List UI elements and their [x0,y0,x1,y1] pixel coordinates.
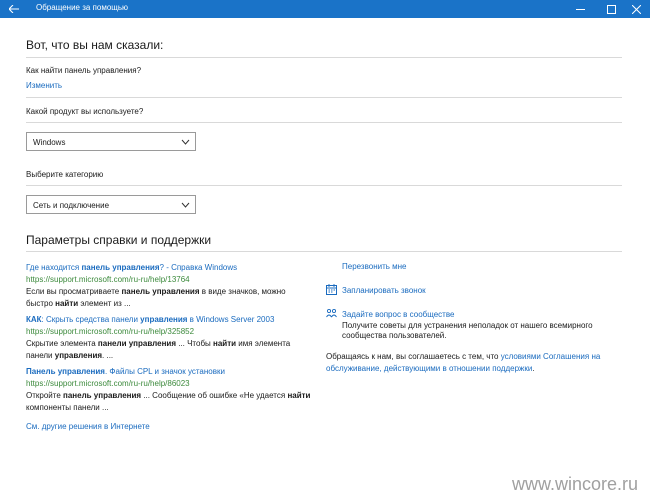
snippet-part: панель управления [63,391,142,400]
divider [26,185,622,186]
maximize-icon [606,4,616,14]
question-text: Как найти панель управления? [26,66,142,75]
snippet-part: панель управления [121,287,200,296]
service-agreement-link[interactable]: условиями Соглашения на [501,352,601,361]
snippet-part: Скрытие элемента [26,339,98,348]
snippet-part: найти [287,391,311,400]
snippet-part: . ... [102,351,114,360]
schedule-call-link[interactable]: Запланировать звонок [342,286,426,295]
snippet-part: ... Сообщение об ошибке «Не удается [141,391,288,400]
product-label: Какой продукт вы используете? [26,107,144,116]
result-snippet: Откройте панель управления ... Сообщение… [26,390,311,414]
community-description: Получите советы для устранения неполадок… [342,321,593,330]
result-title-part: Панель управления [26,367,105,376]
result-title-part: КАК [26,315,42,324]
result-url: https://support.microsoft.com/ru-ru/help… [26,327,195,336]
ask-community-link[interactable]: Задайте вопрос в сообществе [342,310,454,319]
category-select-value: Сеть и подключение [33,201,110,210]
service-agreement-link[interactable]: обслуживание, действующими в отношении п… [326,364,532,373]
watermark: www.wincore.ru [512,474,639,494]
change-link[interactable]: Изменить [26,81,62,90]
result-snippet: Если вы просматриваете панель управления… [26,286,311,310]
category-select[interactable]: Сеть и подключение [26,195,196,214]
result-title-part: Где находится [26,263,82,272]
callback-link[interactable]: Перезвонить мне [342,262,407,271]
back-button[interactable] [6,1,22,17]
back-arrow-icon [9,5,19,13]
divider [26,251,622,252]
result-title-part: панель управления [81,263,160,272]
snippet-part: управления [54,351,103,360]
category-label: Выберите категорию [26,170,104,179]
chevron-down-icon [181,139,190,145]
snippet-part: Если вы просматриваете [26,287,122,296]
search-result: Где находится панель управления? - Справ… [26,262,311,310]
community-description: сообщества пользователей. [342,331,447,340]
search-result: Панель управления. Файлы CPL и значок ус… [26,366,311,414]
result-url: https://support.microsoft.com/ru-ru/help… [26,275,190,284]
snippet-part: найти [55,299,79,308]
result-snippet: Скрытие элемента панели управления ... Ч… [26,338,311,362]
people-icon [326,308,337,318]
title-bar: Обращение за помощью [0,0,650,18]
more-solutions-link[interactable]: См. другие решения в Интернете [26,422,150,431]
close-button[interactable] [622,0,650,18]
close-icon [631,4,641,14]
calendar-icon [326,284,337,295]
snippet-part: панели управления [97,339,176,348]
product-select-value: Windows [33,138,66,147]
chevron-down-icon [181,202,190,208]
result-title-part: управления [140,315,188,324]
support-heading: Параметры справки и поддержки [26,233,212,247]
result-title-part: в Windows Server 2003 [187,315,275,324]
result-title-link[interactable]: Где находится панель управления? - Справ… [26,262,311,274]
search-result: КАК: Скрыть средства панели управления в… [26,314,311,362]
minimize-icon [575,8,585,10]
summary-heading: Вот, что вы нам сказали: [26,38,164,52]
result-title-part: : Скрыть средства панели [41,315,141,324]
result-title-part: . Файлы CPL и значок установки [104,367,225,376]
maximize-button[interactable] [597,0,625,18]
snippet-part: найти [213,339,237,348]
snippet-part: компоненты панели ... [26,403,109,412]
window-title: Обращение за помощью [36,3,129,12]
product-select[interactable]: Windows [26,132,196,151]
snippet-part: элемент из ... [78,299,131,308]
divider [26,122,622,123]
divider [26,57,622,58]
minimize-button[interactable] [566,0,594,18]
result-title-link[interactable]: Панель управления. Файлы CPL и значок ус… [26,366,311,378]
snippet-part: ... Чтобы [175,339,214,348]
divider [26,97,622,98]
agreement-text: Обращаясь к нам, вы соглашаетесь с тем, … [326,351,626,375]
agreement-part: Обращаясь к нам, вы соглашаетесь с тем, … [326,352,501,361]
snippet-part: Откройте [26,391,63,400]
result-url: https://support.microsoft.com/ru-ru/help… [26,379,190,388]
result-title-part: ? - Справка Windows [159,263,238,272]
result-title-link[interactable]: КАК: Скрыть средства панели управления в… [26,314,311,326]
agreement-part: . [532,364,535,373]
